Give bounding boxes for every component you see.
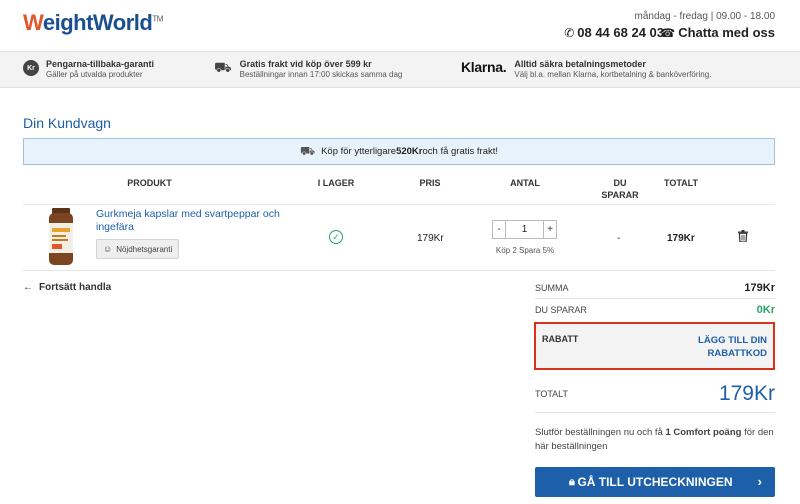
divider (535, 298, 775, 299)
column-stock: I LAGER (317, 178, 355, 188)
summary-sum-label: SUMMA (535, 283, 569, 293)
chat-link[interactable]: ☎ Chatta med oss (660, 25, 775, 40)
add-discount-code-link[interactable]: LÄGG TILL DIN RABATTKOD (687, 334, 767, 360)
site-header: WeightWorldTM måndag - fredag | 09.00 - … (0, 0, 800, 50)
usp-title: Pengarna-tillbaka-garanti (46, 59, 155, 69)
quantity-promo: Köp 2 Spara 5% (495, 246, 555, 255)
column-price: PRIS (419, 178, 441, 188)
logo-tm: TM (152, 14, 163, 24)
item-total: 179Kr (667, 233, 695, 244)
lock-icon: 🔒︎ (569, 476, 575, 488)
guarantee-badge: ☺ Nöjdhetsgaranti (96, 239, 180, 259)
item-saving: - (617, 233, 621, 244)
usp-payment: Klarna. Alltid säkra betalningsmetoder V… (461, 59, 711, 80)
continue-shopping-label: Fortsätt handla (39, 282, 112, 293)
page-title: Din Kundvagn (23, 115, 111, 131)
product-image[interactable] (44, 208, 78, 266)
continue-shopping-link[interactable]: ← Fortsätt handla (23, 282, 111, 293)
truck-icon: ⛟ (299, 143, 316, 158)
free-shipping-banner: ⛟ Köp för ytterligare 520Kr och få grati… (23, 138, 775, 165)
usp-text: Välj bl.a. mellan Klarna, kortbetalning … (514, 70, 712, 79)
trash-icon[interactable] (738, 230, 748, 242)
logo-rest: eightWorld (42, 10, 153, 35)
qty-input[interactable]: 1 (506, 220, 543, 239)
free-shipping-after: och få gratis frakt! (422, 146, 499, 157)
usp-bar: Kr Pengarna-tillbaka-garanti Gäller på u… (0, 51, 800, 88)
in-stock-check-icon: ✓ (329, 230, 343, 244)
column-saving: DU SPARAR (598, 177, 642, 201)
opening-hours: måndag - fredag | 09.00 - 18.00 (634, 11, 775, 22)
chevron-right-icon: › (757, 474, 762, 489)
discount-code-section: RABATT LÄGG TILL DIN RABATTKOD (534, 322, 775, 370)
summary-saving-label: DU SPARAR (535, 305, 587, 315)
truck-icon: ⛟ (214, 59, 232, 75)
qty-minus-button[interactable]: - (492, 220, 506, 239)
money-back-icon: Kr (23, 60, 39, 76)
phone-icon: ✆ (564, 26, 575, 40)
summary-sum-value: 179Kr (744, 282, 775, 294)
usp-free-shipping: ⛟ Gratis frakt vid köp över 599 kr Bestä… (214, 59, 402, 80)
site-logo[interactable]: WeightWorldTM (23, 10, 163, 36)
item-price: 179Kr (417, 233, 444, 244)
column-saving-line2: SPARAR (601, 190, 639, 200)
checkout-button[interactable]: 🔒︎ GÅ TILL UTCHECKNINGEN › (535, 467, 775, 497)
chat-icon: ☎ (660, 26, 676, 40)
klarna-logo: Klarna. (461, 59, 507, 75)
points-bold: 1 Comfort poäng (665, 427, 742, 438)
column-qty: ANTAL (510, 178, 540, 188)
checkout-label: GÅ TILL UTCHECKNINGEN (577, 475, 733, 489)
logo-w: W (23, 10, 43, 35)
arrow-left-icon: ← (23, 282, 33, 293)
discount-label: RABATT (542, 334, 579, 344)
column-product: PRODUKT (127, 178, 172, 188)
usp-money-back: Kr Pengarna-tillbaka-garanti Gäller på u… (23, 59, 154, 80)
usp-title: Gratis frakt vid köp över 599 kr (239, 59, 372, 69)
summary-total-label: TOTALT (535, 389, 569, 399)
usp-text: Beställningar innan 17:00 skickas samma … (239, 70, 403, 79)
column-total: TOTALT (664, 178, 698, 188)
qty-plus-button[interactable]: + (543, 220, 557, 239)
divider (23, 270, 775, 271)
free-shipping-amount: 520Kr (396, 146, 423, 157)
summary-saving-value: 0Kr (756, 304, 775, 316)
chat-label: Chatta med oss (678, 25, 775, 40)
loyalty-points-text: Slutför beställningen nu och få 1 Comfor… (535, 426, 775, 454)
guarantee-icon: ☺ (103, 244, 113, 254)
phone-number: 08 44 68 24 03 (577, 25, 664, 40)
usp-text: Gäller på utvalda produkter (46, 70, 143, 79)
product-name-link[interactable]: Gurkmeja kapslar med svartpeppar och ing… (96, 208, 286, 234)
quantity-stepper: - 1 + (492, 220, 557, 239)
guarantee-label: Nöjdhetsgaranti (116, 244, 173, 254)
phone-link[interactable]: ✆ 08 44 68 24 03 (564, 25, 664, 40)
usp-title: Alltid säkra betalningsmetoder (514, 59, 646, 69)
column-saving-line1: DU (613, 178, 627, 188)
divider (535, 412, 775, 413)
free-shipping-before: Köp för ytterligare (321, 146, 397, 157)
summary-total-value: 179Kr (718, 382, 775, 405)
divider (23, 204, 775, 205)
points-before: Slutför beställningen nu och få (535, 427, 666, 438)
